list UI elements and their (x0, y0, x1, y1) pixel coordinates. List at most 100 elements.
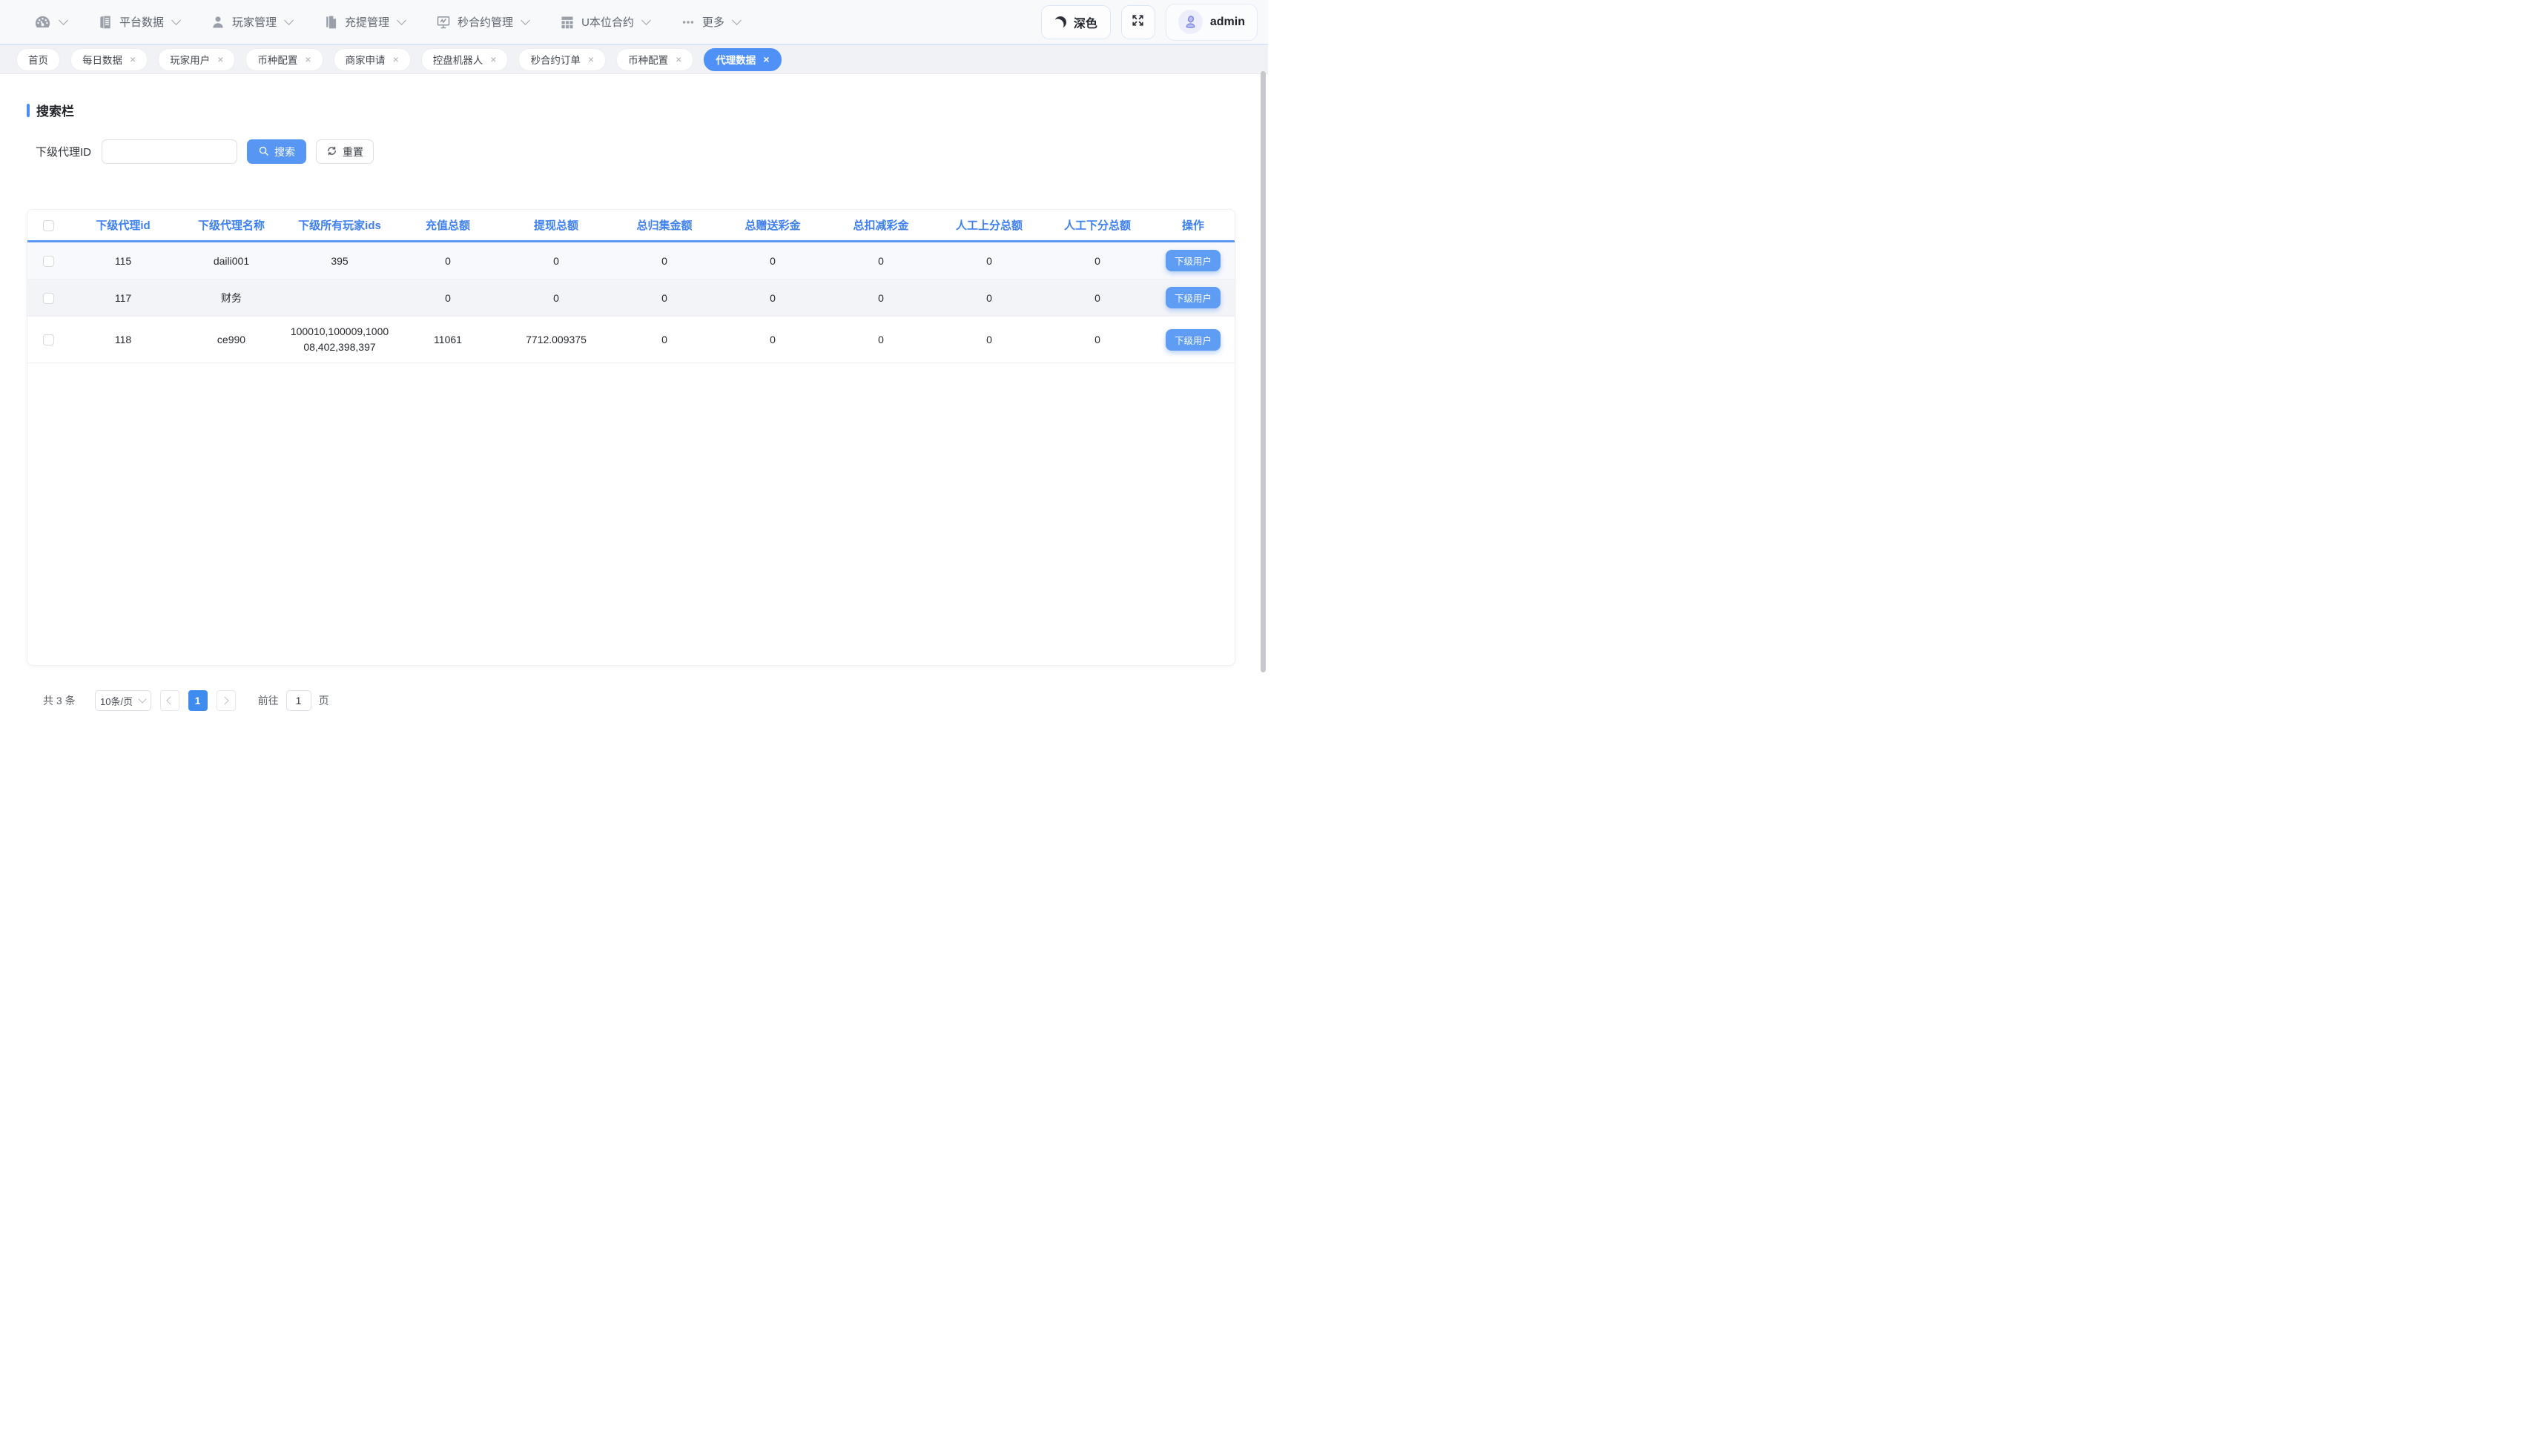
fullscreen-icon (1131, 13, 1145, 31)
user-menu[interactable]: admin (1166, 4, 1258, 41)
cell-recharge-total: 0 (394, 279, 502, 317)
cell-agent-name: 财务 (177, 279, 285, 317)
main-menu: 平台数据 玩家管理 充提管理 秒合约管理 (34, 13, 740, 30)
col-agent-name: 下级代理名称 (177, 210, 285, 242)
chevron-down-icon (138, 695, 146, 703)
close-icon[interactable]: × (393, 54, 399, 64)
close-icon[interactable]: × (763, 54, 769, 64)
nav-label: 更多 (702, 14, 724, 30)
main-content: 搜索栏 下级代理ID 搜索 重置 (0, 74, 1268, 728)
cell-agent-name: ce990 (177, 317, 285, 363)
page-size-value: 10条/页 (100, 694, 133, 708)
open-tabs-bar: 首页 每日数据 × 玩家用户 × 币种配置 × 商家申请 × 控盘机器人 × 秒… (0, 45, 1268, 74)
nav-item-u-contract[interactable]: U本位合约 (560, 14, 650, 30)
page-number-active[interactable]: 1 (188, 690, 208, 711)
cell-player-ids: 395 (285, 242, 394, 279)
goto-page-input[interactable] (286, 690, 311, 711)
theme-toggle-button[interactable]: 深色 (1041, 5, 1111, 39)
nav-item-second-contract[interactable]: 秒合约管理 (436, 14, 529, 30)
cell-collect-total: 0 (610, 317, 719, 363)
chevron-right-icon (220, 696, 228, 704)
search-form: 下级代理ID 搜索 重置 (36, 139, 374, 164)
tab-label: 控盘机器人 (433, 52, 483, 67)
row-checkbox[interactable] (43, 334, 54, 345)
sub-users-button[interactable]: 下级用户 (1166, 250, 1221, 271)
tab-merchant-apply[interactable]: 商家申请 × (334, 48, 411, 71)
nav-item-deposit-withdraw[interactable]: 充提管理 (323, 14, 405, 30)
cell-bonus-given-total: 0 (719, 317, 827, 363)
chevron-down-icon (59, 16, 68, 25)
agents-table-card: 下级代理id 下级代理名称 下级所有玩家ids 充值总额 提现总额 总归集金额 … (27, 209, 1235, 666)
chevron-down-icon (521, 16, 530, 25)
chevron-left-icon (166, 696, 174, 704)
tab-coin-config-2[interactable]: 币种配置 × (616, 48, 693, 71)
grid-table-icon (560, 15, 575, 30)
tab-player-users[interactable]: 玩家用户 × (158, 48, 235, 71)
sub-users-button[interactable]: 下级用户 (1166, 287, 1221, 308)
nav-label: 秒合约管理 (458, 14, 513, 30)
nav-label: U本位合约 (581, 14, 634, 30)
tab-agent-data-active[interactable]: 代理数据 × (704, 48, 781, 71)
tab-market-robot[interactable]: 控盘机器人 × (421, 48, 509, 71)
close-icon[interactable]: × (305, 54, 311, 64)
tab-coin-config-1[interactable]: 币种配置 × (245, 48, 323, 71)
reset-button[interactable]: 重置 (316, 139, 374, 164)
refresh-icon (326, 145, 337, 159)
next-page-button[interactable] (217, 690, 236, 711)
reset-button-label: 重置 (343, 145, 363, 159)
nav-item-dashboard[interactable] (34, 13, 67, 30)
prev-page-button[interactable] (160, 690, 179, 711)
nav-label: 平台数据 (119, 14, 164, 30)
cell-collect-total: 0 (610, 279, 719, 317)
close-icon[interactable]: × (676, 54, 681, 64)
table-row: 117 财务 0 0 0 0 0 0 0 下级用户 (27, 279, 1235, 317)
cell-bonus-deduct-total: 0 (827, 242, 935, 279)
vertical-scrollbar[interactable] (1261, 71, 1266, 672)
row-checkbox[interactable] (43, 256, 54, 267)
chevron-down-icon (171, 16, 181, 25)
nav-item-platform-data[interactable]: 平台数据 (98, 14, 179, 30)
title-accent-bar (27, 104, 30, 117)
file-icon (323, 15, 338, 30)
tab-label: 币种配置 (628, 52, 668, 67)
row-checkbox[interactable] (43, 293, 54, 304)
col-manual-down-total: 人工下分总额 (1043, 210, 1152, 242)
cell-manual-up-total: 0 (935, 242, 1043, 279)
close-icon[interactable]: × (130, 54, 136, 64)
nav-item-player-management[interactable]: 玩家管理 (211, 14, 292, 30)
chart-monitor-icon (436, 15, 451, 30)
cell-manual-down-total: 0 (1043, 279, 1152, 317)
col-player-ids: 下级所有玩家ids (285, 210, 394, 242)
col-withdraw-total: 提现总额 (502, 210, 610, 242)
cell-bonus-deduct-total: 0 (827, 317, 935, 363)
ellipsis-icon (681, 15, 696, 30)
col-manual-up-total: 人工上分总额 (935, 210, 1043, 242)
fullscreen-button[interactable] (1121, 5, 1155, 39)
cell-withdraw-total: 0 (502, 279, 610, 317)
tab-second-contract-orders[interactable]: 秒合约订单 × (518, 48, 606, 71)
username-label: admin (1210, 16, 1245, 29)
tab-label: 代理数据 (716, 52, 756, 67)
search-button-label: 搜索 (274, 145, 295, 159)
nav-item-more[interactable]: 更多 (681, 14, 740, 30)
chevron-down-icon (641, 16, 651, 25)
tab-label: 商家申请 (346, 52, 386, 67)
close-icon[interactable]: × (588, 54, 594, 64)
dashboard-gauge-icon (34, 13, 51, 30)
search-button[interactable]: 搜索 (247, 139, 306, 164)
moon-icon (1054, 15, 1067, 28)
tab-home[interactable]: 首页 (16, 48, 60, 71)
page-size-select[interactable]: 10条/页 (95, 690, 151, 711)
cell-agent-id: 117 (69, 279, 177, 317)
agent-id-input[interactable] (102, 139, 237, 164)
agent-id-field-label: 下级代理ID (36, 144, 91, 159)
tab-daily-data[interactable]: 每日数据 × (70, 48, 148, 71)
navbar-actions: 深色 admin (1041, 4, 1258, 41)
sub-users-button[interactable]: 下级用户 (1166, 329, 1221, 351)
close-icon[interactable]: × (217, 54, 223, 64)
chevron-down-icon (397, 16, 406, 25)
close-icon[interactable]: × (490, 54, 496, 64)
cell-bonus-given-total: 0 (719, 242, 827, 279)
select-all-checkbox[interactable] (43, 220, 54, 231)
top-navbar: 平台数据 玩家管理 充提管理 秒合约管理 (0, 0, 1268, 45)
